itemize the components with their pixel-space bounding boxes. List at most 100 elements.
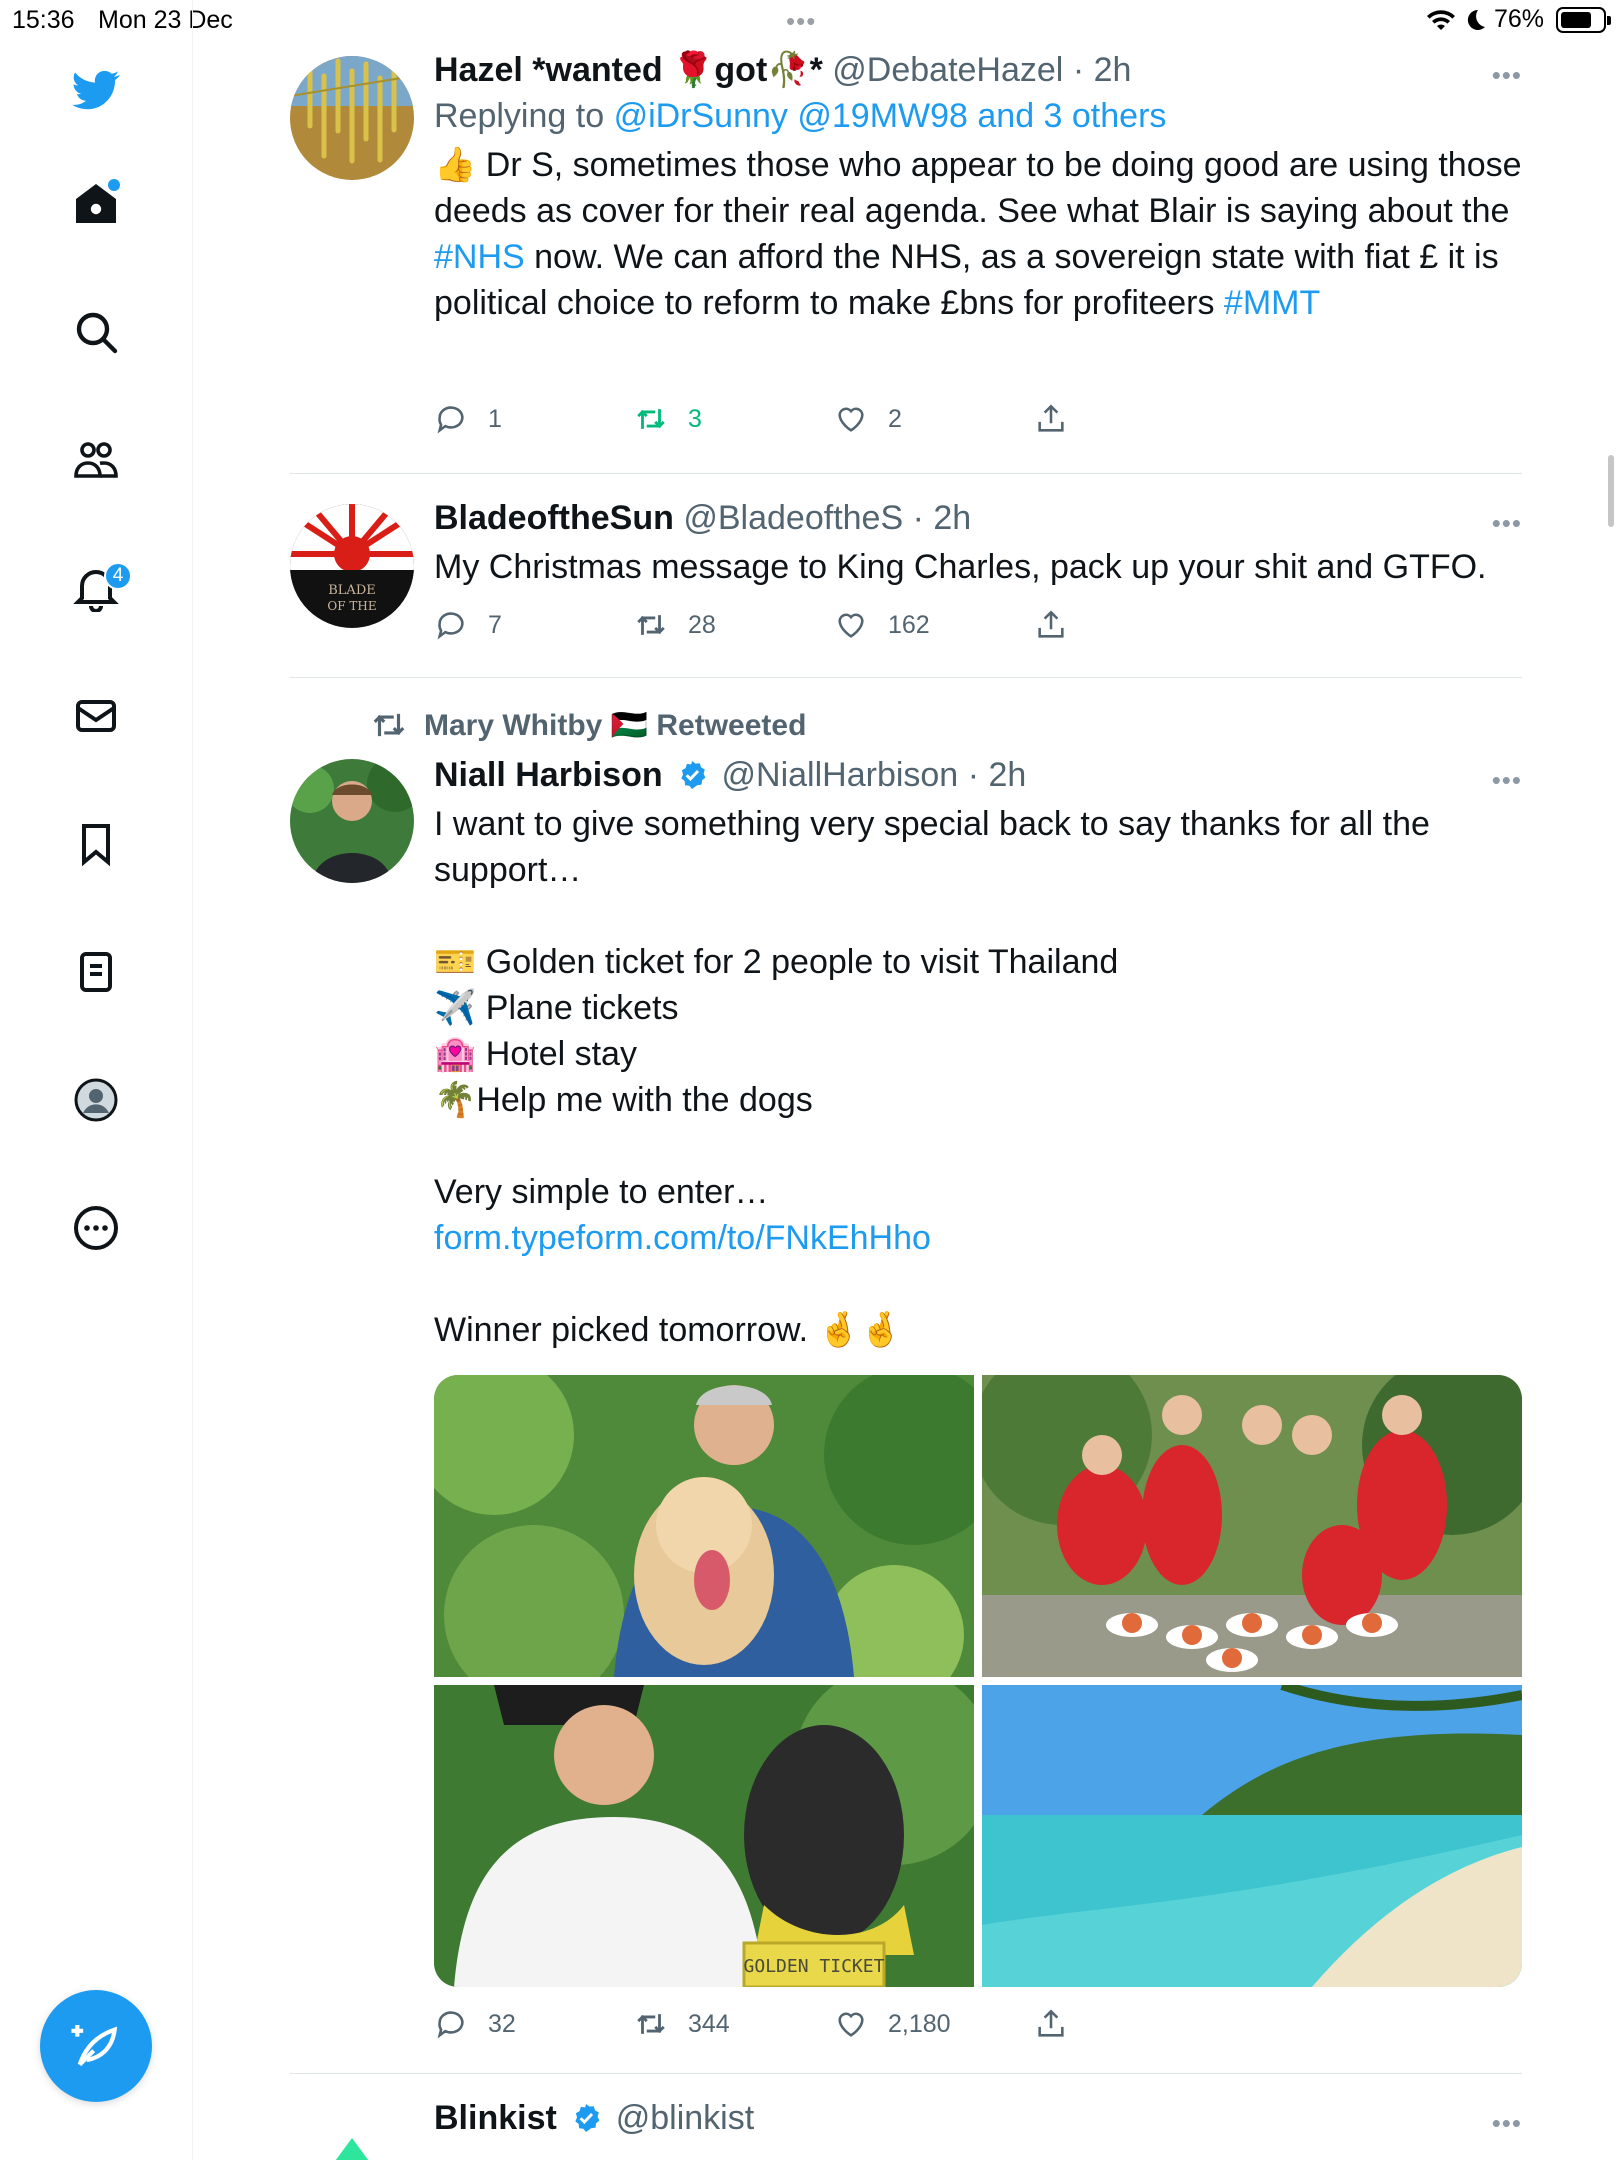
retweet-count: 344 <box>688 2009 730 2038</box>
retweet-icon <box>637 409 665 429</box>
media-photo-man-with-black-dog[interactable]: GOLDEN TICKET <box>434 1665 994 1987</box>
more-menu-icon[interactable] <box>66 1198 126 1258</box>
reply-count: 7 <box>488 610 502 639</box>
reply-icon <box>437 406 464 434</box>
like-button[interactable]: 162 <box>834 608 930 642</box>
reply-icon <box>437 612 464 640</box>
tweet-text: 👍 Dr S, sometimes those who appear to be… <box>434 142 1522 326</box>
media-photo-group-with-food[interactable] <box>972 1375 1522 1677</box>
notifications-icon[interactable]: 4 <box>66 558 132 618</box>
retweet-icon <box>373 713 405 737</box>
display-name[interactable]: BladeoftheSun <box>434 499 674 537</box>
do-not-disturb-icon <box>1467 9 1485 30</box>
retweet-button[interactable]: 344 <box>634 2007 730 2041</box>
tweet-more-icon[interactable]: ••• <box>1492 508 1522 539</box>
tweet-media-grid[interactable]: GOLDEN TICKET <box>434 1375 1522 1987</box>
replying-to-users[interactable]: @iDrSunny @19MW98 and 3 others <box>614 97 1167 135</box>
reply-button[interactable]: 32 <box>434 2007 516 2041</box>
reply-count: 1 <box>488 404 502 433</box>
media-photo-thailand-beach[interactable] <box>982 1680 1522 1987</box>
profile-icon[interactable] <box>66 1070 126 1130</box>
share-button[interactable] <box>1034 608 1068 642</box>
heart-icon <box>838 407 864 432</box>
tweet-time[interactable]: · 2h <box>913 499 972 537</box>
reply-button[interactable]: 1 <box>434 402 502 436</box>
multitasking-dots[interactable]: ••• <box>786 6 816 37</box>
display-name[interactable]: Blinkist <box>434 2099 557 2137</box>
tweet-divider <box>290 677 1522 678</box>
tweet-text: I want to give something very special ba… <box>434 801 1522 1353</box>
tweet-time[interactable]: · 2h <box>1073 51 1132 89</box>
tweet-more-icon[interactable]: ••• <box>1492 60 1522 91</box>
verified-badge-icon <box>575 2104 600 2132</box>
user-handle[interactable]: @BladeoftheS <box>683 499 903 537</box>
retweeted-by-label[interactable]: Mary Whitby 🇵🇸 Retweeted <box>424 708 806 743</box>
compose-feather-icon <box>71 2025 118 2067</box>
tweet-header: BladeoftheSun @BladeoftheS · 2h <box>434 498 1522 538</box>
tweet[interactable]: Hazel *wanted 🌹got🥀* @DebateHazel · 2h •… <box>290 50 1522 470</box>
retweet-count: 3 <box>688 404 702 433</box>
avatar[interactable] <box>290 759 414 883</box>
user-handle[interactable]: @blinkist <box>616 2099 754 2137</box>
tweet-line <box>434 1123 1522 1169</box>
lists-icon[interactable] <box>66 942 126 1002</box>
display-name[interactable]: Niall Harbison <box>434 756 663 794</box>
retweeted-by: Mary Whitby 🇵🇸 Retweeted <box>370 706 806 744</box>
tweet-more-icon[interactable]: ••• <box>1492 2108 1522 2139</box>
heart-icon <box>838 613 864 638</box>
like-count: 2 <box>888 404 902 433</box>
retweet-button[interactable]: 28 <box>634 608 716 642</box>
search-icon[interactable] <box>66 302 126 362</box>
user-handle[interactable]: @NiallHarbison <box>722 756 959 794</box>
avatar[interactable]: BLADE OF THE <box>290 504 414 628</box>
tweet[interactable]: Blinkist @blinkist ••• <box>290 2098 1522 2160</box>
avatar[interactable] <box>290 56 414 180</box>
tweet-line: 🏩 Hotel stay <box>434 1035 637 1073</box>
retweet-icon <box>637 615 665 635</box>
share-button[interactable] <box>1034 2007 1068 2041</box>
communities-icon[interactable] <box>66 430 126 490</box>
twitter-logo-icon[interactable] <box>66 60 126 120</box>
tweet-text: My Christmas message to King Charles, pa… <box>434 548 1487 586</box>
reply-icon <box>437 2011 464 2039</box>
retweet-button[interactable]: 3 <box>634 402 702 436</box>
avatar[interactable] <box>290 2098 414 2160</box>
tweet-text-part: 👍 Dr S, sometimes those who appear to be… <box>434 146 1522 230</box>
status-indicators: 76% <box>1426 5 1611 34</box>
tweet-line: 🌴Help me with the dogs <box>434 1081 813 1119</box>
tweet-line: ✈️ Plane tickets <box>434 989 679 1027</box>
like-button[interactable]: 2,180 <box>834 2007 951 2041</box>
tweet-header: Blinkist @blinkist <box>434 2098 1522 2138</box>
replying-to-label: Replying to <box>434 97 605 135</box>
retweet-icon <box>637 2014 665 2034</box>
share-button[interactable] <box>1034 402 1068 436</box>
sidebar: 4 <box>0 0 193 2160</box>
tweet-line: Winner picked tomorrow. 🤞🤞 <box>434 1311 903 1349</box>
tweet-line: 🎫 Golden ticket for 2 people to visit Th… <box>434 943 1119 981</box>
tweet-text-part: now. We can afford the NHS, as a soverei… <box>434 238 1499 322</box>
share-icon <box>1038 610 1064 638</box>
battery-icon <box>1556 6 1611 33</box>
tweet-line: I want to give something very special ba… <box>434 805 1430 889</box>
hashtag-link[interactable]: #MMT <box>1224 284 1320 322</box>
heart-icon <box>838 2012 864 2037</box>
tweet-more-icon[interactable]: ••• <box>1492 765 1522 796</box>
tweet-divider <box>290 473 1522 474</box>
bookmarks-icon[interactable] <box>66 814 126 874</box>
display-name[interactable]: Hazel *wanted 🌹got🥀* <box>434 51 823 89</box>
scroll-indicator[interactable] <box>1608 455 1614 527</box>
share-icon <box>1038 2009 1064 2037</box>
reply-button[interactable]: 7 <box>434 608 502 642</box>
user-handle[interactable]: @DebateHazel <box>832 51 1063 89</box>
home-icon[interactable] <box>66 173 126 233</box>
typeform-link[interactable]: form.typeform.com/to/FNkEhHho <box>434 1215 1522 1261</box>
tweet[interactable]: BLADE OF THE BladeoftheSun @BladeoftheS … <box>290 498 1522 668</box>
tweet-time[interactable]: · 2h <box>968 756 1027 794</box>
tweet-header: Niall Harbison @NiallHarbison · 2h <box>434 755 1522 795</box>
verified-badge-icon <box>681 761 706 789</box>
messages-icon[interactable] <box>66 686 126 746</box>
hashtag-link[interactable]: #NHS <box>434 238 525 276</box>
media-photo-man-with-dog[interactable] <box>434 1375 1004 1705</box>
compose-tweet-button[interactable] <box>40 1990 152 2102</box>
like-button[interactable]: 2 <box>834 402 902 436</box>
